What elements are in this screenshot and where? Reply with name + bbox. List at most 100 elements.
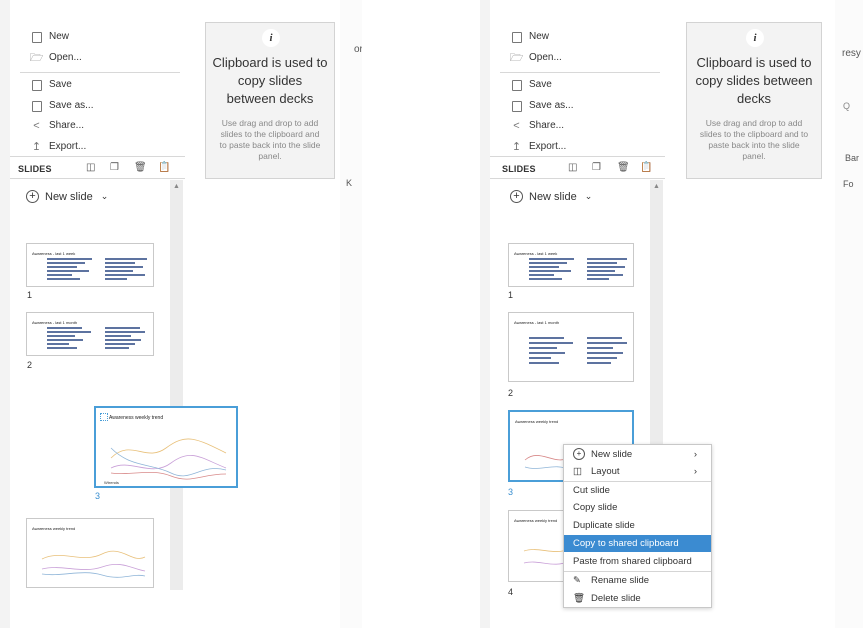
paste-icon[interactable]: 📋: [158, 162, 170, 173]
trash-icon[interactable]: 🗑: [134, 162, 147, 173]
scroll-up-icon[interactable]: ▲: [653, 183, 660, 190]
slide-thumbnail-2[interactable]: Awareness - last 1 month: [508, 312, 634, 382]
menu-save-as[interactable]: Save as...: [510, 98, 573, 114]
slide-number: 3: [508, 487, 514, 497]
copy-icon[interactable]: ❐: [110, 162, 119, 173]
ctx-duplicate-slide[interactable]: Duplicate slide: [564, 517, 711, 534]
ctx-copy-shared[interactable]: Copy to shared clipboard: [564, 535, 711, 552]
middle-gap-strip: [362, 0, 490, 628]
menu-save-as-label: Save as...: [49, 100, 94, 111]
menu-export[interactable]: ↥ Export...: [510, 139, 566, 155]
slide-thumbnail-1[interactable]: Awareness - last 1 week: [26, 243, 154, 287]
menu-open[interactable]: 🗁 Open...: [510, 50, 562, 66]
new-doc-icon: [510, 31, 523, 44]
pencil-icon: ✎: [573, 575, 581, 586]
menu-open[interactable]: 🗁 Open...: [30, 50, 82, 66]
drag-slide-number: 3: [95, 491, 101, 501]
ctx-cut-slide[interactable]: Cut slide: [564, 482, 711, 499]
right-left-strip: [480, 0, 490, 628]
menu-save-as[interactable]: Save as...: [30, 98, 93, 114]
plus-circle-icon: +: [573, 448, 585, 461]
thumb-title: Awareness - last 1 week: [514, 251, 558, 256]
ctx-copy-slide[interactable]: Copy slide: [564, 499, 711, 516]
menu-open-label: Open...: [49, 52, 82, 63]
menu-save[interactable]: Save: [30, 77, 72, 93]
ctx-duplicate-label: Duplicate slide: [573, 520, 635, 531]
save-as-icon: [510, 100, 523, 113]
chevron-right-icon: ›: [693, 466, 697, 477]
menu-export-label: Export...: [49, 141, 87, 152]
editor-edge-text: Bar: [845, 153, 860, 163]
menu-share[interactable]: < Share...: [30, 118, 84, 134]
new-slide-button[interactable]: + New slide ⌄: [26, 190, 108, 203]
menu-new-label: New: [49, 31, 70, 42]
ctx-cut-label: Cut slide: [573, 485, 610, 496]
left-edge-strip: [0, 0, 10, 628]
slide-number: 1: [508, 290, 514, 300]
editor-edge-text: K: [346, 178, 353, 188]
editor-edge-text: Q: [843, 101, 851, 111]
share-icon: <: [33, 120, 40, 132]
save-as-icon: [30, 100, 43, 113]
drag-preview-footer: Wtrends: [104, 480, 119, 485]
menu-share[interactable]: < Share...: [510, 118, 564, 134]
slide-thumbnail-1[interactable]: Awareness - last 1 week: [508, 243, 634, 287]
slide-thumbnail-4[interactable]: Awareness weekly trend: [26, 518, 154, 588]
clipboard-heading: Clipboard is used to copy slides between…: [695, 55, 813, 106]
menu-save[interactable]: Save: [510, 77, 552, 93]
menu-new[interactable]: New: [30, 29, 69, 45]
menu-export[interactable]: ↥ Export...: [30, 139, 86, 155]
layout-icon: ◫: [573, 466, 582, 477]
slides-header: SLIDES: [502, 164, 536, 174]
cut-icon[interactable]: ◫: [568, 162, 577, 173]
menu-save-as-label: Save as...: [529, 100, 574, 111]
menu-new[interactable]: New: [510, 29, 549, 45]
trash-icon[interactable]: 🗑: [617, 162, 630, 173]
export-icon: ↥: [31, 141, 42, 153]
line-chart-mini: [110, 438, 227, 480]
ctx-rename-slide[interactable]: ✎ Rename slide: [564, 572, 711, 589]
ctx-new-slide[interactable]: + New slide ›: [564, 446, 711, 463]
editor-edge-text: resy: [842, 48, 861, 59]
folder-icon: 🗁: [29, 52, 44, 64]
slide-number: 2: [508, 388, 514, 398]
menu-new-label: New: [529, 31, 550, 42]
ctx-delete-slide[interactable]: 🗑 Delete slide: [564, 590, 711, 607]
info-icon: i: [262, 29, 280, 47]
thumb-title: Awareness - last 1 month: [514, 320, 560, 325]
slide-number: 2: [27, 360, 33, 370]
menu-separator: [10, 156, 185, 157]
line-chart-mini: [41, 550, 146, 578]
clipboard-info-left: i Clipboard is used to copy slides betwe…: [205, 22, 335, 179]
editor-edge-left: [340, 0, 362, 628]
file-menu-panel-left: New 🗁 Open... Save Save as... < Share...…: [10, 0, 185, 628]
clipboard-body: Use drag and drop to add slides to the c…: [699, 118, 809, 161]
ctx-copy-label: Copy slide: [573, 502, 618, 513]
clipboard-body: Use drag and drop to add slides to the c…: [219, 118, 321, 161]
cut-icon[interactable]: ◫: [86, 162, 95, 173]
thumb-title: Awareness - last 1 week: [32, 251, 76, 256]
copy-icon[interactable]: ❐: [592, 162, 601, 173]
menu-share-label: Share...: [49, 120, 85, 131]
new-slide-button[interactable]: + New slide ⌄: [510, 190, 592, 203]
scrollbar[interactable]: [170, 180, 183, 590]
trash-icon: 🗑: [573, 593, 586, 604]
scroll-up-icon[interactable]: ▲: [173, 183, 180, 190]
drag-preview-slide[interactable]: Awareness weekly trend Wtrends: [94, 406, 238, 488]
ctx-paste-shared[interactable]: Paste from shared clipboard: [564, 553, 711, 570]
slide-number: 4: [508, 587, 514, 597]
slide-thumbnail-2[interactable]: Awareness - last 1 month: [26, 312, 154, 356]
ctx-rename-label: Rename slide: [591, 575, 650, 586]
clipboard-info-right: i Clipboard is used to copy slides betwe…: [686, 22, 822, 179]
new-doc-icon: [30, 31, 43, 44]
menu-export-label: Export...: [529, 141, 567, 152]
paste-icon[interactable]: 📋: [640, 162, 652, 173]
editor-edge-right: [835, 0, 863, 628]
export-icon: ↥: [511, 141, 522, 153]
ctx-layout[interactable]: ◫ Layout ›: [564, 463, 711, 480]
chevron-right-icon: ›: [693, 449, 697, 460]
menu-open-label: Open...: [529, 52, 562, 63]
new-slide-label: New slide: [45, 190, 93, 203]
chevron-down-icon: ⌄: [584, 191, 593, 201]
ctx-copy-shared-label: Copy to shared clipboard: [573, 538, 679, 549]
